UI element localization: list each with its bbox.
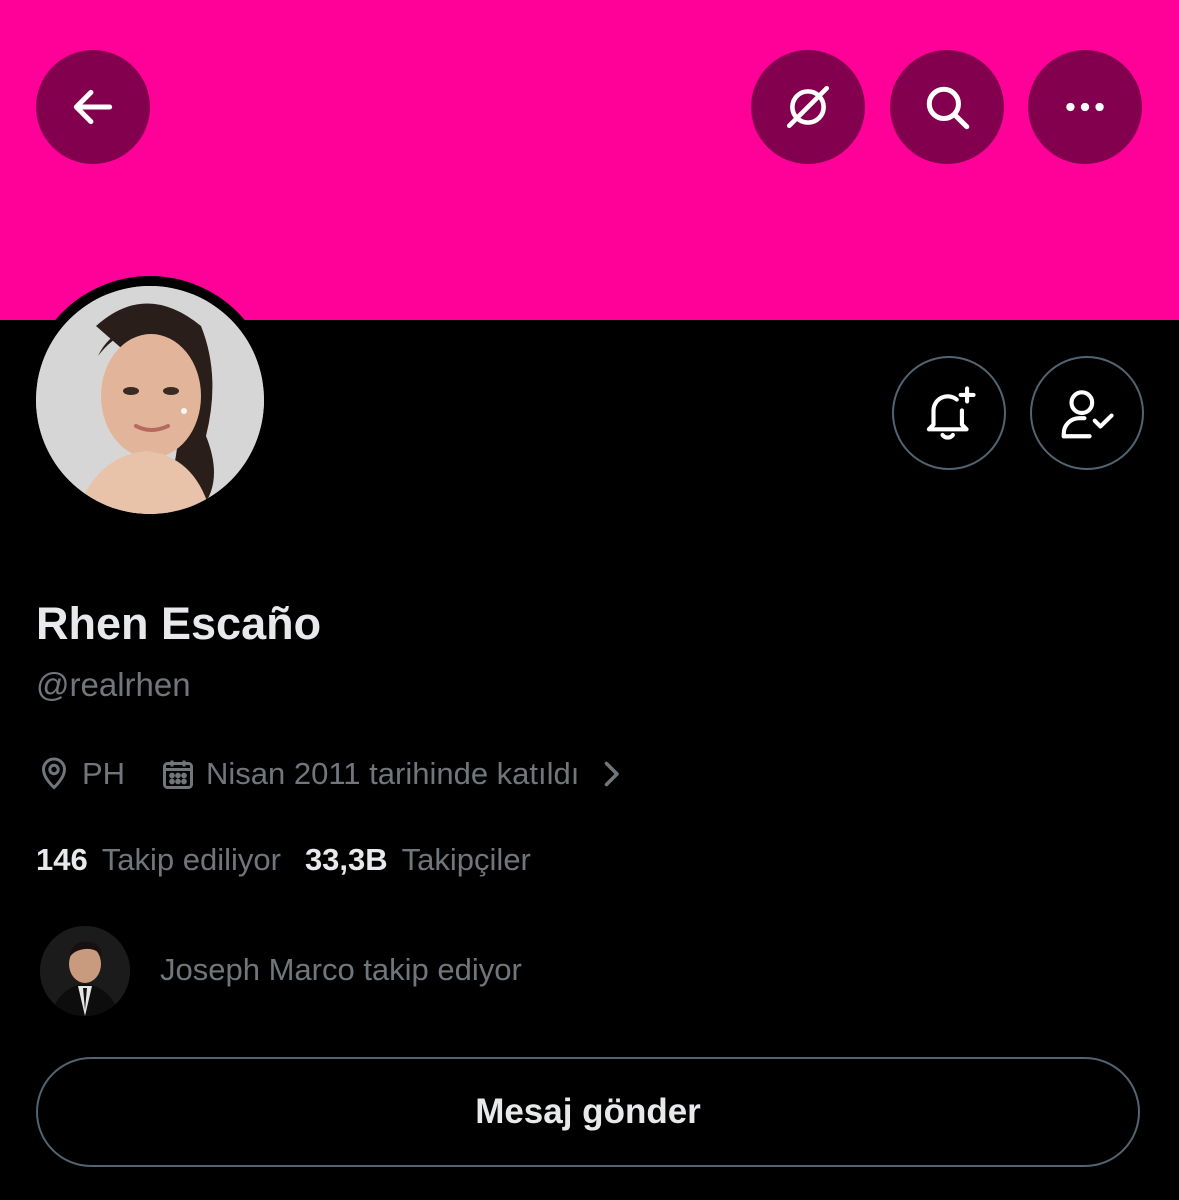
location: PH	[36, 752, 125, 796]
grok-button[interactable]	[751, 50, 865, 164]
back-button[interactable]	[36, 50, 150, 164]
join-date[interactable]: Nisan 2011 tarihinde katıldı	[160, 752, 629, 796]
more-options-button[interactable]	[1028, 50, 1142, 164]
followed-by-avatar[interactable]	[40, 926, 130, 1016]
profile-name: Rhen Escaño	[36, 598, 322, 649]
search-button[interactable]	[890, 50, 1004, 164]
calendar-icon	[163, 760, 193, 789]
profile-handle: @realrhen	[36, 666, 191, 703]
followed-by-text[interactable]: Joseph Marco takip ediyor	[160, 952, 522, 988]
followers-count[interactable]: 33,3B	[305, 842, 388, 878]
send-message-button[interactable]: Mesaj gönder	[36, 1057, 1140, 1167]
location-text: PH	[82, 756, 126, 791]
following-label[interactable]: Takip ediliyor	[102, 842, 281, 878]
followed-by-photo	[40, 926, 130, 1016]
more-horizontal-icon	[1066, 102, 1104, 112]
profile-avatar[interactable]	[36, 286, 264, 514]
followers-label[interactable]: Takipçiler	[402, 842, 531, 878]
search-icon	[926, 86, 970, 130]
notifications-button[interactable]	[892, 356, 1006, 470]
grok-icon	[786, 85, 830, 129]
chevron-right-icon	[605, 761, 620, 787]
profile-avatar-frame	[26, 276, 274, 524]
user-check-icon	[1061, 390, 1114, 439]
arrow-left-icon	[73, 89, 113, 125]
following-count[interactable]: 146	[36, 842, 88, 878]
location-pin-icon	[41, 757, 67, 790]
bell-plus-icon	[926, 386, 976, 440]
following-button[interactable]	[1030, 356, 1144, 470]
follow-stats: 146 Takip ediliyor 33,3B Takipçiler	[36, 842, 555, 878]
profile-photo	[36, 286, 264, 514]
profile-banner[interactable]	[0, 0, 1179, 320]
join-date-text: Nisan 2011 tarihinde katıldı	[206, 756, 580, 791]
